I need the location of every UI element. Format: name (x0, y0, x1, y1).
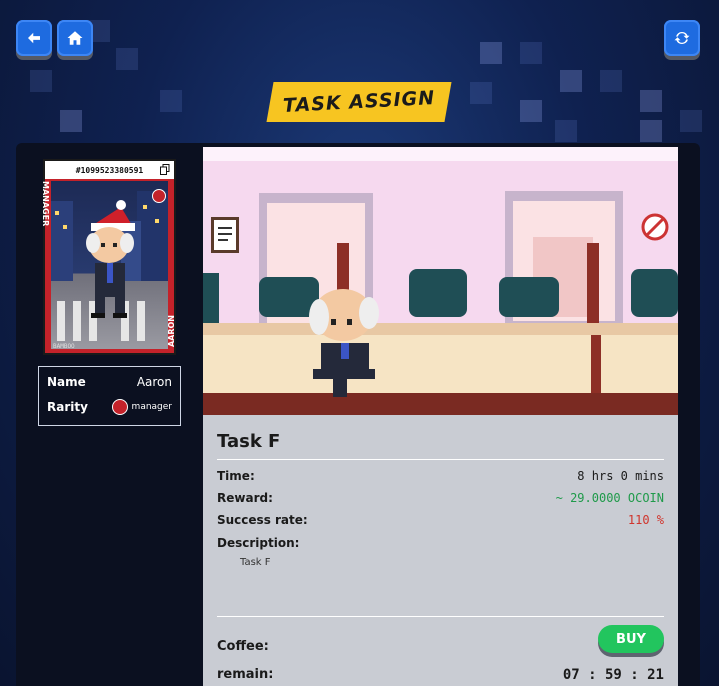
task-scene (203, 147, 678, 415)
description-value: Task F (240, 557, 271, 568)
time-value: 8 hrs 0 mins (577, 469, 664, 483)
card-footer-logo: BAMBOO (53, 343, 75, 350)
refresh-icon (674, 31, 690, 45)
page-title-banner: TASK ASSIGN (266, 82, 452, 122)
task-time-row: Time: 8 hrs 0 mins (217, 469, 664, 483)
rarity-value: manager (131, 402, 172, 412)
task-success-row: Success rate: 110 % (217, 513, 664, 527)
divider (217, 459, 664, 460)
character-card[interactable]: #1099523380591 MANAGER AARON BAMBOO (41, 159, 176, 355)
character-portrait (51, 191, 168, 341)
coffee-label: Coffee: (217, 639, 269, 654)
success-rate-value: 110 % (627, 513, 664, 527)
office-scene-art (203, 147, 678, 415)
home-icon (67, 31, 83, 45)
coffee-row: Coffee: (217, 639, 664, 654)
refresh-button[interactable] (664, 20, 700, 56)
task-details: Task F Time: 8 hrs 0 mins Reward: ~ 29.0… (203, 415, 678, 686)
reward-label: Reward: (217, 491, 273, 505)
character-info: Name Aaron Rarity manager (38, 366, 181, 426)
name-label: Name (47, 375, 86, 389)
task-reward-row: Reward: ~ 29.0000 OCOIN (217, 491, 664, 505)
remain-row: remain: 07 : 59 : 21 (217, 667, 664, 683)
remain-label: remain: (217, 667, 274, 682)
card-id-bar: #1099523380591 (45, 161, 174, 179)
card-role-label: MANAGER (41, 181, 50, 227)
copy-icon[interactable] (160, 164, 170, 175)
remain-timer: 07 : 59 : 21 (562, 667, 664, 683)
success-rate-label: Success rate: (217, 513, 308, 527)
arrow-left-icon (28, 32, 40, 44)
card-name-label: AARON (167, 314, 176, 347)
time-label: Time: (217, 469, 255, 483)
name-value: Aaron (136, 375, 172, 389)
rarity-icon (111, 399, 128, 415)
card-id: #1099523380591 (75, 165, 144, 175)
page-title: TASK ASSIGN (282, 87, 436, 117)
rarity-badge-icon (152, 189, 166, 203)
rarity-label: Rarity (47, 400, 88, 414)
buy-coffee-button[interactable]: BUY (598, 625, 664, 653)
description-label: Description: (217, 536, 300, 550)
divider (217, 616, 664, 617)
back-button[interactable] (16, 20, 52, 56)
task-description-row: Description: (217, 536, 664, 550)
character-card-art (51, 181, 168, 349)
task-title: Task F (217, 431, 281, 452)
home-button[interactable] (57, 20, 93, 56)
reward-value: ~ 29.0000 OCOIN (555, 491, 664, 505)
